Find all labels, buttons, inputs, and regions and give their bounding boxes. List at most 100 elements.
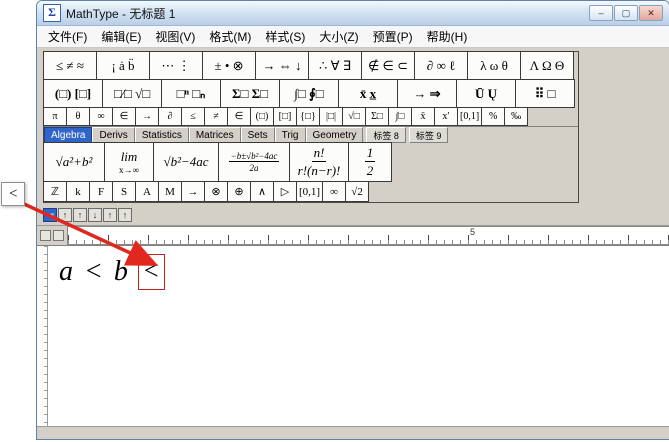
small-symbol-button[interactable]: (□): [250, 107, 274, 126]
small-symbol-button[interactable]: [□]: [273, 107, 297, 126]
tab-algebra[interactable]: Algebra: [44, 127, 92, 143]
small-symbol-button[interactable]: →: [135, 107, 159, 126]
title-bar[interactable]: Σ MathType - 无标题 1 – ▢ ✕: [37, 1, 669, 26]
bottom-symbol-button[interactable]: √2: [345, 181, 369, 202]
bottom-symbol-button[interactable]: ⊕: [227, 181, 251, 202]
bottom-symbol-button[interactable]: ∧: [250, 181, 274, 202]
bottom-symbol-button[interactable]: ℤ: [43, 181, 67, 202]
small-symbol-button[interactable]: {□}: [296, 107, 320, 126]
small-symbol-button[interactable]: x′: [434, 107, 458, 126]
small-symbol-button[interactable]: ∞: [89, 107, 113, 126]
window-controls: – ▢ ✕: [589, 5, 663, 21]
expression-sqrt-a2b2[interactable]: √a²+b²: [43, 142, 105, 182]
expression-combination[interactable]: n! r!(n−r)!: [289, 142, 349, 182]
bottom-symbol-button[interactable]: F: [89, 181, 113, 202]
menu-item[interactable]: 大小(Z): [312, 26, 365, 47]
template-palette-button[interactable]: Σ□ Σ□: [220, 79, 280, 108]
small-symbol-button[interactable]: ∂: [158, 107, 182, 126]
arrow-nudge-button[interactable]: ↑: [103, 208, 117, 222]
menu-item[interactable]: 帮助(H): [420, 26, 475, 47]
expression-text: √b²−4ac: [163, 154, 208, 170]
tab-stop-selector-icon-2[interactable]: [53, 230, 64, 241]
maximize-button[interactable]: ▢: [614, 5, 638, 21]
insertion-highlight-box[interactable]: <: [138, 254, 165, 290]
math-content: a < b <: [59, 254, 165, 290]
tab-matrices[interactable]: Matrices: [189, 127, 241, 143]
small-symbol-button[interactable]: θ: [66, 107, 90, 126]
menu-item[interactable]: 文件(F): [41, 26, 94, 47]
menu-item[interactable]: 格式(M): [202, 26, 258, 47]
ruler-track[interactable]: 5: [67, 226, 669, 245]
template-palette-button[interactable]: □ⁿ □ₙ: [161, 79, 221, 108]
small-symbol-button[interactable]: ∈: [112, 107, 136, 126]
expression-quadratic-formula[interactable]: −b±√b²−4ac 2a: [218, 142, 290, 182]
document-canvas[interactable]: a < b <: [37, 245, 669, 426]
small-symbol-button[interactable]: ≠: [204, 107, 228, 126]
tab-stop-selector-icon[interactable]: [40, 230, 51, 241]
symbol-palette-button[interactable]: ⋯ ⋮: [149, 51, 203, 80]
arrow-nudge-button[interactable]: ↑: [73, 208, 87, 222]
small-symbol-button[interactable]: ∫□: [388, 107, 412, 126]
small-symbol-button[interactable]: [0,1]: [457, 107, 482, 126]
small-symbol-button[interactable]: |□|: [319, 107, 343, 126]
bottom-symbol-button[interactable]: →: [181, 181, 205, 202]
bottom-symbol-button[interactable]: ∞: [322, 181, 346, 202]
symbol-palette-button[interactable]: ∴ ∀ ∃: [308, 51, 362, 80]
template-palette-button[interactable]: (□) [□]: [43, 79, 103, 108]
tab-sets[interactable]: Sets: [241, 127, 275, 143]
bottom-symbol-button[interactable]: M: [158, 181, 182, 202]
bottom-symbol-button[interactable]: ▷: [273, 181, 297, 202]
small-symbol-button[interactable]: Σ□: [365, 107, 389, 126]
small-symbol-button[interactable]: ∈: [227, 107, 251, 126]
tab-derivs[interactable]: Derivs: [92, 127, 134, 143]
tab-bar: Algebra Derivs Statistics Matrices Sets …: [44, 126, 578, 143]
math-expression[interactable]: a < b: [59, 256, 130, 288]
menu-item[interactable]: 视图(V): [148, 26, 202, 47]
symbol-palette-button[interactable]: ∉ ∈ ⊂: [361, 51, 415, 80]
small-symbol-button[interactable]: ‰: [504, 107, 528, 126]
template-palette-button[interactable]: → ⇒: [397, 79, 457, 108]
menu-item[interactable]: 预置(P): [366, 26, 420, 47]
expression-limit[interactable]: lim x→∞: [104, 142, 154, 182]
template-palette-button[interactable]: x̄ x̲: [338, 79, 398, 108]
symbol-palette-button[interactable]: → ⇔ ↓: [255, 51, 309, 80]
bottom-symbol-button[interactable]: [0,1]: [296, 181, 323, 202]
small-symbol-button[interactable]: %: [481, 107, 505, 126]
bottom-symbol-row: ℤkFSAM→⊗⊕∧▷[0,1]∞√2: [44, 182, 578, 202]
minimize-button[interactable]: –: [589, 5, 613, 21]
template-palette-button[interactable]: ∫□ ∮□: [279, 79, 339, 108]
symbol-palette-button[interactable]: Λ Ω Θ: [520, 51, 574, 80]
template-palette-button[interactable]: Ū Ų: [456, 79, 516, 108]
bottom-symbol-button[interactable]: S: [112, 181, 136, 202]
symbol-palette-button[interactable]: ± • ⊗: [202, 51, 256, 80]
template-palette-button[interactable]: ⠿ □: [515, 79, 575, 108]
arrow-nudge-button[interactable]: ↑: [118, 208, 132, 222]
tab-custom-9[interactable]: 标签 9: [409, 127, 449, 143]
symbol-palette-button[interactable]: ∂ ∞ ℓ: [414, 51, 468, 80]
bottom-symbol-button[interactable]: A: [135, 181, 159, 202]
menu-item[interactable]: 样式(S): [258, 26, 312, 47]
close-button[interactable]: ✕: [639, 5, 663, 21]
arrow-nudge-button[interactable]: ↑: [58, 208, 72, 222]
tab-insert-button[interactable]: ⇥: [43, 208, 57, 222]
bottom-symbol-button[interactable]: k: [66, 181, 90, 202]
tab-custom-8[interactable]: 标签 8: [366, 127, 406, 143]
small-symbol-button[interactable]: ≤: [181, 107, 205, 126]
small-symbol-button[interactable]: x̄: [411, 107, 435, 126]
menu-item[interactable]: 编辑(E): [94, 26, 148, 47]
tab-trig[interactable]: Trig: [275, 127, 306, 143]
expression-one-half[interactable]: 1 2: [348, 142, 392, 182]
cursor-cue-box: <: [1, 182, 25, 206]
small-symbol-button[interactable]: π: [43, 107, 67, 126]
symbol-palette-button[interactable]: ≤ ≠ ≈: [43, 51, 97, 80]
tab-geometry[interactable]: Geometry: [306, 127, 364, 143]
expression-discriminant[interactable]: √b²−4ac: [153, 142, 219, 182]
symbol-palette-button[interactable]: ¡ ȧ b̈: [96, 51, 150, 80]
symbol-palette-button[interactable]: λ ω θ: [467, 51, 521, 80]
ruler[interactable]: 5: [37, 225, 669, 245]
small-symbol-button[interactable]: √□: [342, 107, 366, 126]
tab-statistics[interactable]: Statistics: [135, 127, 189, 143]
bottom-symbol-button[interactable]: ⊗: [204, 181, 228, 202]
template-palette-button[interactable]: □⁄□ √□: [102, 79, 162, 108]
arrow-nudge-button[interactable]: ↓: [88, 208, 102, 222]
